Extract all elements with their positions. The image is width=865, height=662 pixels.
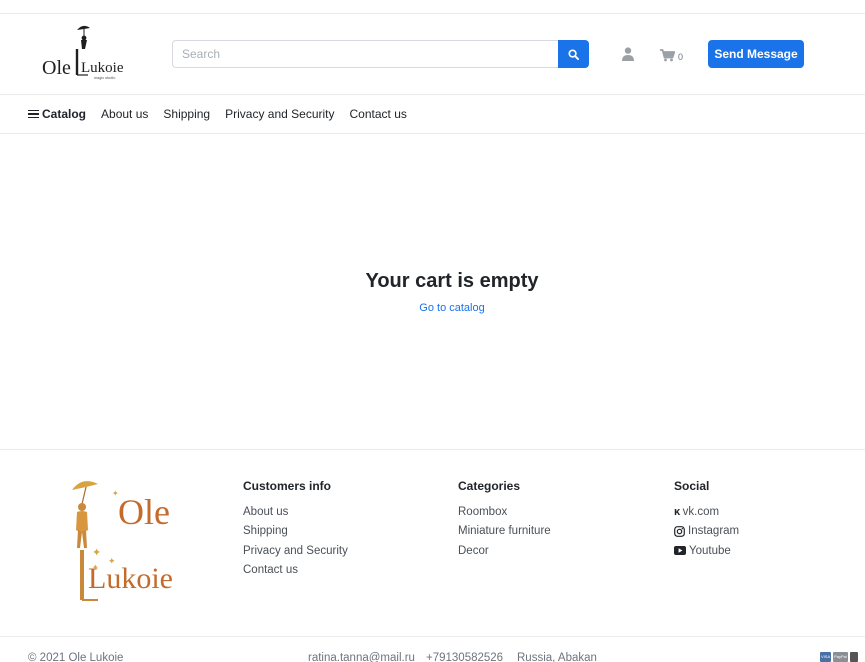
logo-text-lukoie: Lukoie	[81, 60, 124, 76]
social-heading: Social	[674, 479, 710, 493]
footer-link-decor[interactable]: Decor	[458, 544, 551, 557]
logo-tagline: magic studio	[94, 76, 115, 80]
logo-text-ole: Ole	[42, 57, 71, 79]
footer-logo[interactable]: Ole Lukoie ✦ ✦ ✦ ✦	[62, 474, 188, 606]
footer-logo-text-lukoie: Lukoie	[88, 562, 173, 595]
menu-icon	[28, 109, 39, 119]
cart-count: 0	[678, 51, 684, 62]
cart-button[interactable]: 0	[660, 45, 683, 65]
footer-customers-column: Customers info About us Shipping Privacy…	[243, 479, 348, 583]
vk-label: vk.com	[682, 505, 720, 518]
nav-catalog-label: Catalog	[42, 107, 87, 121]
footer-logo-text-ole: Ole	[118, 492, 170, 532]
footer-categories-column: Categories Roombox Miniature furniture D…	[458, 479, 551, 564]
nav-item-privacy[interactable]: Privacy and Security	[225, 107, 334, 121]
nav-item-contact-us[interactable]: Contact us	[350, 107, 407, 121]
account-button[interactable]	[618, 44, 638, 64]
nav-item-about-us[interactable]: About us	[101, 107, 148, 121]
contact-email[interactable]: ratina.tanna@mail.ru	[308, 652, 415, 662]
customers-info-heading: Customers info	[243, 479, 332, 493]
header-divider	[0, 94, 865, 95]
copyright-text: © 2021 Ole Lukoie	[28, 652, 124, 662]
go-to-catalog-link[interactable]: Go to catalog	[0, 302, 865, 314]
bottom-divider	[0, 636, 865, 637]
instagram-label: Instagram	[688, 525, 740, 537]
card-icon	[849, 652, 858, 662]
footer-link-about-us[interactable]: About us	[243, 505, 348, 518]
svg-text:✦: ✦	[108, 556, 116, 566]
search-input[interactable]	[172, 40, 558, 68]
contact-phone[interactable]: +79130582526	[426, 652, 503, 662]
payment-methods: VISA PayPal	[820, 652, 860, 662]
categories-heading: Categories	[458, 479, 521, 493]
footer-link-miniature-furniture[interactable]: Miniature furniture	[458, 525, 551, 538]
empty-cart-title: Your cart is empty	[365, 270, 539, 292]
paypal-icon: PayPal	[833, 652, 848, 662]
search-button[interactable]	[558, 40, 589, 68]
site-logo[interactable]: Ole Lukoie magic studio	[38, 20, 138, 82]
main-nav: Catalog About us Shipping Privacy and Se…	[28, 107, 422, 121]
instagram-icon	[674, 525, 685, 537]
svg-text:✦: ✦	[92, 563, 99, 572]
cart-icon	[660, 48, 675, 61]
nav-item-shipping[interactable]: Shipping	[163, 107, 210, 121]
send-message-button[interactable]: Send Message	[708, 40, 804, 68]
visa-icon: VISA	[820, 652, 832, 662]
vk-icon: ᴋ	[674, 505, 680, 518]
footer-link-privacy[interactable]: Privacy and Security	[243, 544, 348, 557]
footer-link-shipping[interactable]: Shipping	[243, 525, 348, 538]
youtube-icon	[674, 546, 686, 555]
nav-catalog[interactable]: Catalog	[28, 107, 86, 121]
footer-divider	[0, 449, 865, 450]
footer-link-youtube[interactable]: Youtube	[674, 544, 739, 557]
user-icon	[622, 47, 634, 61]
nav-divider	[0, 133, 865, 134]
footer-link-vk[interactable]: ᴋ vk.com	[674, 505, 739, 518]
youtube-label: Youtube	[689, 544, 731, 557]
svg-text:✦: ✦	[92, 547, 101, 559]
footer-link-roombox[interactable]: Roombox	[458, 505, 551, 518]
footer-social-column: Social ᴋ vk.com Instagram Youtube	[674, 479, 739, 564]
contact-location: Russia, Abakan	[517, 652, 597, 662]
footer-link-contact-us[interactable]: Contact us	[243, 564, 348, 577]
search-bar	[172, 40, 589, 68]
svg-text:✦: ✦	[112, 489, 119, 498]
footer-link-instagram[interactable]: Instagram	[674, 525, 739, 538]
search-icon	[568, 48, 579, 60]
site-header: Ole Lukoie magic studio 0 Send Message	[0, 14, 865, 95]
